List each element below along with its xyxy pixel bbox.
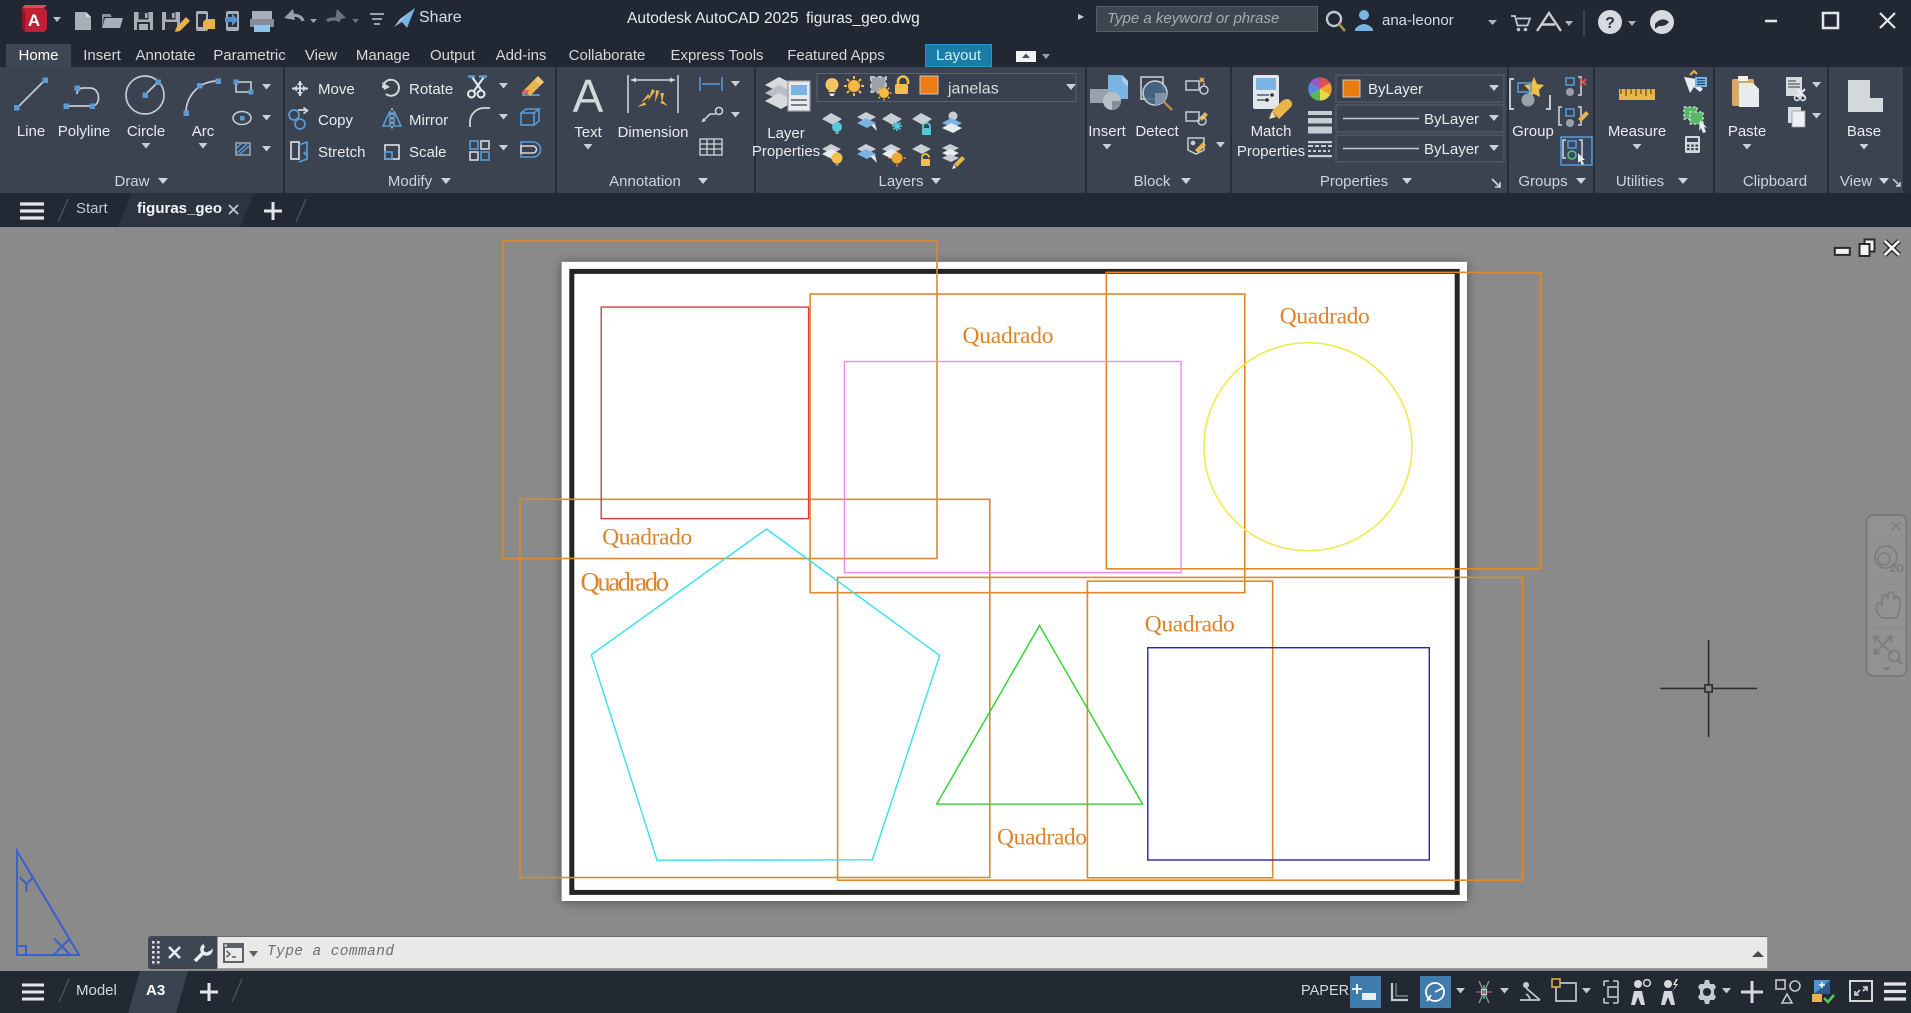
svg-text:Properties: Properties [752, 143, 820, 160]
svg-text:Measure: Measure [1608, 123, 1666, 140]
svg-text:Quadrado: Quadrado [602, 525, 692, 551]
svg-text:Scale: Scale [409, 144, 447, 161]
svg-text:Properties: Properties [1320, 173, 1388, 190]
svg-text:View: View [1840, 173, 1872, 190]
svg-text:Detect: Detect [1135, 123, 1179, 140]
svg-text:janelas: janelas [947, 81, 999, 98]
svg-text:Stretch: Stretch [318, 144, 366, 161]
svg-text:Circle: Circle [127, 123, 165, 140]
svg-text:Annotation: Annotation [609, 173, 681, 190]
svg-text:Quadrado: Quadrado [1280, 303, 1370, 329]
svg-text:Move: Move [318, 81, 355, 98]
svg-text:Polyline: Polyline [58, 123, 111, 140]
svg-text:2D: 2D [1890, 563, 1904, 575]
svg-text:Quadrado: Quadrado [1145, 612, 1235, 638]
svg-text:ana-leonor: ana-leonor [1382, 12, 1454, 29]
svg-text:Quadrado: Quadrado [963, 323, 1054, 349]
svg-text:Arc: Arc [192, 123, 215, 140]
svg-text:Dimension: Dimension [618, 124, 689, 141]
svg-text:Rotate: Rotate [409, 81, 453, 98]
svg-text:Groups: Groups [1518, 173, 1567, 190]
svg-text:ByLayer: ByLayer [1368, 81, 1423, 98]
svg-text:Copy: Copy [318, 112, 354, 129]
svg-text:Utilities: Utilities [1616, 173, 1664, 190]
svg-text:?: ? [1605, 15, 1615, 32]
svg-text:Paste: Paste [1728, 123, 1766, 140]
svg-text:Properties: Properties [1237, 143, 1305, 160]
svg-text:Modify: Modify [388, 173, 433, 190]
svg-text:Group: Group [1512, 123, 1554, 140]
svg-text:Mirror: Mirror [409, 112, 448, 129]
svg-text:Layers: Layers [878, 173, 923, 190]
svg-text:Line: Line [17, 123, 45, 140]
svg-text:Insert: Insert [1088, 123, 1126, 140]
svg-text:Draw: Draw [114, 173, 149, 190]
svg-text:ByLayer: ByLayer [1424, 141, 1479, 158]
svg-text:A: A [573, 70, 604, 122]
svg-text:Base: Base [1847, 123, 1881, 140]
svg-text:Text: Text [574, 124, 602, 141]
svg-text:ByLayer: ByLayer [1424, 111, 1479, 128]
svg-text:Block: Block [1134, 173, 1171, 190]
svg-text:Quadrado: Quadrado [997, 825, 1087, 851]
svg-text:Clipboard: Clipboard [1743, 173, 1807, 190]
svg-text:Layer: Layer [767, 125, 805, 142]
svg-text:A: A [28, 11, 40, 30]
svg-text:Quadrado: Quadrado [581, 567, 670, 597]
svg-text:Match: Match [1251, 123, 1292, 140]
